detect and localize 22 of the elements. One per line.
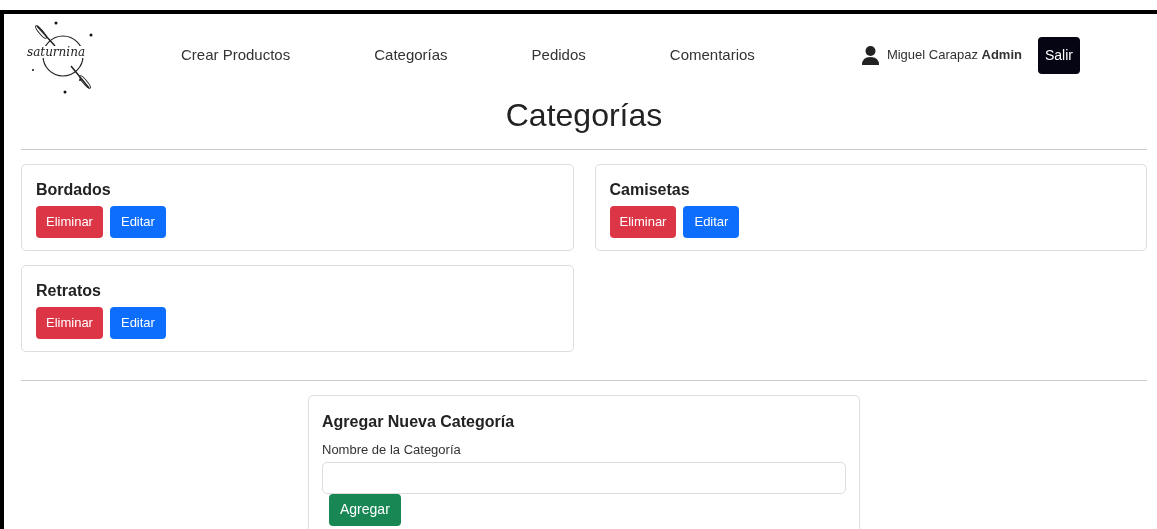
category-name: Camisetas: [609, 180, 691, 200]
delete-button[interactable]: Eliminar: [36, 307, 103, 339]
delete-button[interactable]: Eliminar: [36, 206, 103, 238]
nav-link[interactable]: Crear Productos: [181, 43, 291, 67]
edit-button[interactable]: Editar: [109, 307, 166, 339]
category-name-input[interactable]: [322, 461, 846, 494]
category-name: Retratos: [36, 281, 102, 301]
field-label: Nombre de la Categoría: [322, 441, 462, 459]
page-title: Categorías: [504, 96, 664, 135]
logo-text: saturnina: [27, 46, 86, 58]
user-name: Miguel Carapaz Admin: [886, 46, 1022, 65]
category-name: Bordados: [36, 180, 112, 200]
user-icon: [861, 45, 879, 65]
add-button[interactable]: Agregar: [329, 493, 401, 526]
logout-button[interactable]: Salir: [1038, 36, 1080, 74]
nav-link[interactable]: Categorías: [374, 43, 448, 67]
delete-button[interactable]: Eliminar: [609, 206, 677, 238]
edit-button[interactable]: Editar: [683, 206, 740, 238]
nav-link[interactable]: Pedidos: [531, 43, 586, 67]
nav-link[interactable]: Comentarios: [669, 43, 755, 67]
form-title: Agregar Nueva Categoría: [322, 412, 516, 432]
edit-button[interactable]: Editar: [109, 206, 166, 238]
